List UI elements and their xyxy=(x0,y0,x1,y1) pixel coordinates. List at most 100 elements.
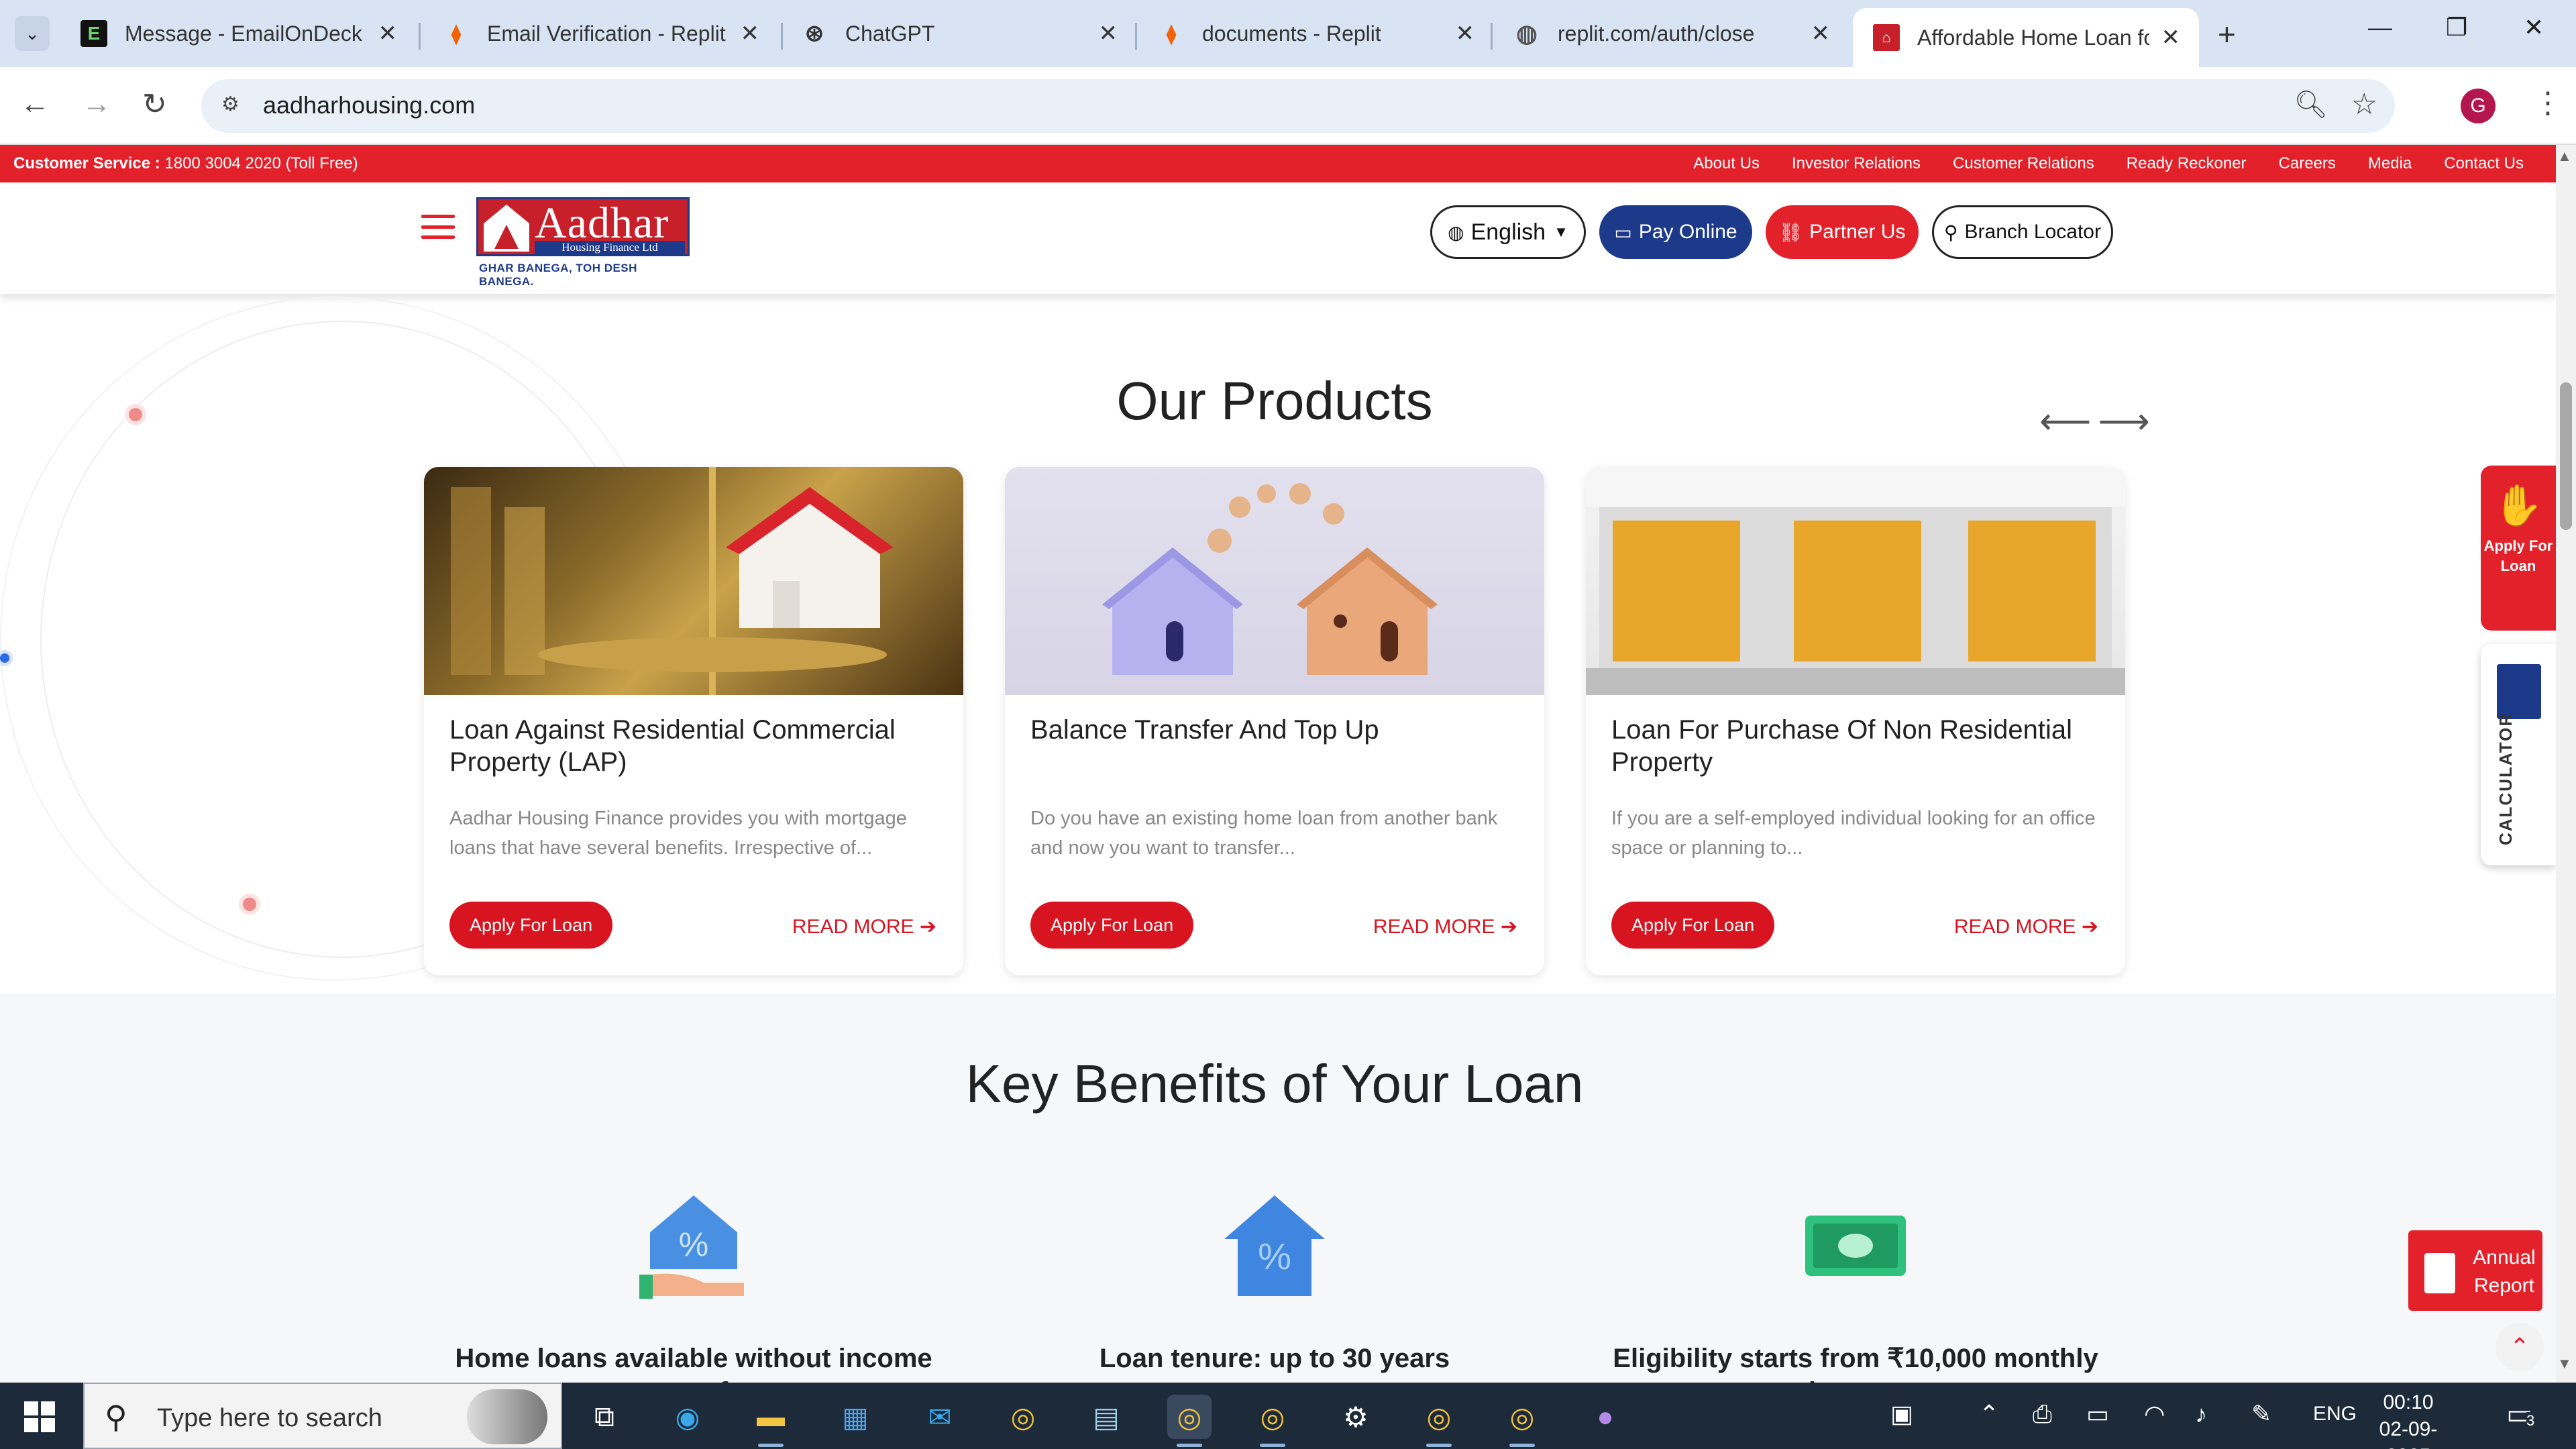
side-apply-for-loan[interactable]: ✋ Apply For Loan xyxy=(2481,466,2556,631)
notification-center-icon[interactable]: ▭ 3 xyxy=(2506,1397,2535,1430)
chrome-profile-2-icon[interactable]: ◎ xyxy=(1500,1395,1544,1447)
chrome-profile-g-icon[interactable]: ◎ xyxy=(1167,1395,1212,1447)
scrollbar-thumb[interactable] xyxy=(2560,382,2572,530)
link-contact-us[interactable]: Contact Us xyxy=(2444,154,2524,173)
benefits-section-title: Key Benefits of Your Loan xyxy=(965,1054,1584,1114)
tab-title: Email Verification - Replit xyxy=(487,21,726,46)
browser-tab-active[interactable]: ⌂ Affordable Home Loan for ✕ xyxy=(1853,8,2199,67)
chrome-profile-icon[interactable]: ◎ xyxy=(1250,1395,1295,1447)
replit-icon: ⧫ xyxy=(451,23,461,44)
apply-for-loan-button[interactable]: Apply For Loan xyxy=(1611,902,1775,949)
chrome-profile-h-icon[interactable]: ◎ xyxy=(1417,1395,1461,1447)
page-scrollbar[interactable] xyxy=(2556,145,2576,1383)
tab-search-button[interactable]: ⌄ xyxy=(15,16,50,51)
link-careers[interactable]: Careers xyxy=(2279,154,2336,173)
close-icon[interactable]: ✕ xyxy=(1811,20,1831,47)
windows-taskbar: ⚲ Type here to search ⧉ ◉ ▬ ▦ ✉ ◎ ▤ ◎ ◎ … xyxy=(0,1383,2576,1449)
profile-avatar[interactable]: G xyxy=(2461,89,2496,123)
close-icon[interactable]: ✕ xyxy=(1099,20,1118,47)
language-dropdown[interactable]: ◍ English ▼ xyxy=(1430,205,1586,259)
volume-icon[interactable]: ♪ xyxy=(2195,1400,2207,1428)
browser-tab[interactable]: ⧫ documents - Replit ✕ xyxy=(1138,8,1493,59)
browser-tab[interactable]: ⊛ ChatGPT ✕ xyxy=(781,8,1136,59)
scale-house-illustration xyxy=(451,467,894,695)
apply-for-loan-button[interactable]: Apply For Loan xyxy=(1030,902,1194,949)
minimize-icon[interactable]: — xyxy=(2368,13,2392,42)
chrome-icon[interactable]: ◎ xyxy=(1001,1395,1045,1439)
wifi-icon[interactable]: ◠ xyxy=(2144,1400,2165,1428)
zoom-icon[interactable]: 🔍︎ xyxy=(2294,89,2328,120)
link-investor-relations[interactable]: Investor Relations xyxy=(1792,154,1921,173)
browser-tab[interactable]: ◍ replit.com/auth/close ✕ xyxy=(1493,8,1849,59)
language-indicator[interactable]: ENG xyxy=(2313,1403,2357,1426)
bookmark-star-icon[interactable]: ☆ xyxy=(2351,87,2377,121)
github-icon[interactable]: ● xyxy=(1583,1395,1627,1439)
browser-toolbar: ← → ↻ ⚙ aadharhousing.com 🔍︎ ☆ xyxy=(0,67,2576,145)
show-hidden-icons[interactable]: ⌃ xyxy=(1979,1400,1999,1428)
annual-report-button[interactable]: Annual Report xyxy=(2408,1230,2542,1311)
pay-online-button[interactable]: ▭ Pay Online xyxy=(1599,205,1752,259)
new-tab-button[interactable]: + xyxy=(2218,16,2236,52)
browser-tab[interactable]: E Message - EmailOnDeck ✕ xyxy=(60,8,416,59)
globe-icon: ◍ xyxy=(1516,19,1538,47)
search-highlight-image xyxy=(467,1389,547,1444)
battery-icon[interactable]: ▭ xyxy=(2086,1400,2109,1428)
aadhar-logo[interactable]: Aadhar Housing Finance Ltd GHAR BANEGA, … xyxy=(476,197,691,288)
link-customer-relations[interactable]: Customer Relations xyxy=(1953,154,2094,173)
reload-icon[interactable]: ↻ xyxy=(142,87,167,121)
pen-icon[interactable]: ✎ xyxy=(2251,1400,2271,1428)
notepad-icon[interactable]: ▤ xyxy=(1084,1395,1128,1439)
link-media[interactable]: Media xyxy=(2368,154,2412,173)
close-icon[interactable]: ✕ xyxy=(741,20,760,47)
browser-tab-strip: ⌄ E Message - EmailOnDeck ✕ ⧫ Email Veri… xyxy=(0,0,2576,67)
site-settings-icon[interactable]: ⚙ xyxy=(221,93,248,119)
system-clock[interactable]: 00:10 02-09-2025 xyxy=(2368,1389,2449,1449)
hamburger-menu-icon[interactable] xyxy=(421,215,455,239)
browser-menu-icon[interactable]: ⋮ xyxy=(2533,86,2563,120)
read-more-link[interactable]: READ MORE ➔ xyxy=(1954,915,2098,938)
file-explorer-icon[interactable]: ▬ xyxy=(749,1395,793,1447)
address-bar[interactable]: ⚙ aadharhousing.com 🔍︎ ☆ xyxy=(201,79,2395,133)
scroll-up-icon[interactable]: ▲ xyxy=(2557,148,2572,165)
restore-icon[interactable]: ❐ xyxy=(2446,13,2467,42)
svg-text:%: % xyxy=(679,1226,708,1263)
read-more-label: READ MORE xyxy=(1953,916,2076,938)
back-icon[interactable]: ← xyxy=(20,87,50,121)
news-widget-icon[interactable]: ▣ xyxy=(1890,1400,1913,1428)
read-more-link[interactable]: READ MORE ➔ xyxy=(792,915,936,938)
link-about-us[interactable]: About Us xyxy=(1693,154,1760,173)
url-text[interactable]: aadharhousing.com xyxy=(263,91,475,119)
partner-us-label: Partner Us xyxy=(1809,221,1906,243)
close-icon[interactable]: ✕ xyxy=(1456,20,1475,47)
device-icon[interactable]: ⎙ xyxy=(2033,1400,2052,1429)
store-icon[interactable]: ▦ xyxy=(833,1395,877,1439)
partner-us-button[interactable]: ⛓ Partner Us xyxy=(1766,205,1919,259)
tab-title: Affordable Home Loan for xyxy=(1917,25,2149,50)
scroll-down-icon[interactable]: ▼ xyxy=(2557,1355,2572,1373)
read-more-label: READ MORE xyxy=(1373,916,1495,938)
read-more-link[interactable]: READ MORE ➔ xyxy=(1373,915,1517,938)
arrow-left-icon[interactable]: ⟵ xyxy=(2039,401,2098,441)
windows-start-icon[interactable] xyxy=(24,1401,55,1432)
edge-icon[interactable]: ◉ xyxy=(665,1395,710,1439)
customer-service: Customer Service : 1800 3004 2020 (Toll … xyxy=(13,154,358,173)
close-window-icon[interactable]: ✕ xyxy=(2524,13,2544,42)
customer-service-number[interactable]: 1800 3004 2020 (Toll Free) xyxy=(164,154,358,172)
scroll-to-top-button[interactable]: ⌃ xyxy=(2496,1323,2544,1371)
settings-icon[interactable]: ⚙ xyxy=(1334,1395,1378,1439)
mail-icon[interactable]: ✉ xyxy=(918,1395,962,1439)
link-ready-reckoner[interactable]: Ready Reckoner xyxy=(2127,154,2247,173)
forward-icon[interactable]: → xyxy=(82,87,111,121)
side-calculator[interactable]: CALCULATOR xyxy=(2481,644,2556,865)
logo-tagline: GHAR BANEGA, TOH DESH BANEGA. xyxy=(479,262,637,288)
branch-locator-button[interactable]: ⚲ Branch Locator xyxy=(1932,205,2113,259)
top-links: About Us Investor Relations Customer Rel… xyxy=(1693,154,2524,173)
close-icon[interactable]: ✕ xyxy=(378,20,398,47)
arrow-right-icon[interactable]: ⟶ xyxy=(2098,401,2156,441)
taskbar-search-box[interactable]: ⚲ Type here to search xyxy=(83,1383,562,1449)
close-icon[interactable]: ✕ xyxy=(2161,24,2181,51)
task-view-icon[interactable]: ⧉ xyxy=(582,1395,627,1439)
carousel-arrows: ⟵⟶ xyxy=(2039,400,2157,442)
apply-for-loan-button[interactable]: Apply For Loan xyxy=(449,902,613,949)
browser-tab[interactable]: ⧫ Email Verification - Replit ✕ xyxy=(423,8,778,59)
